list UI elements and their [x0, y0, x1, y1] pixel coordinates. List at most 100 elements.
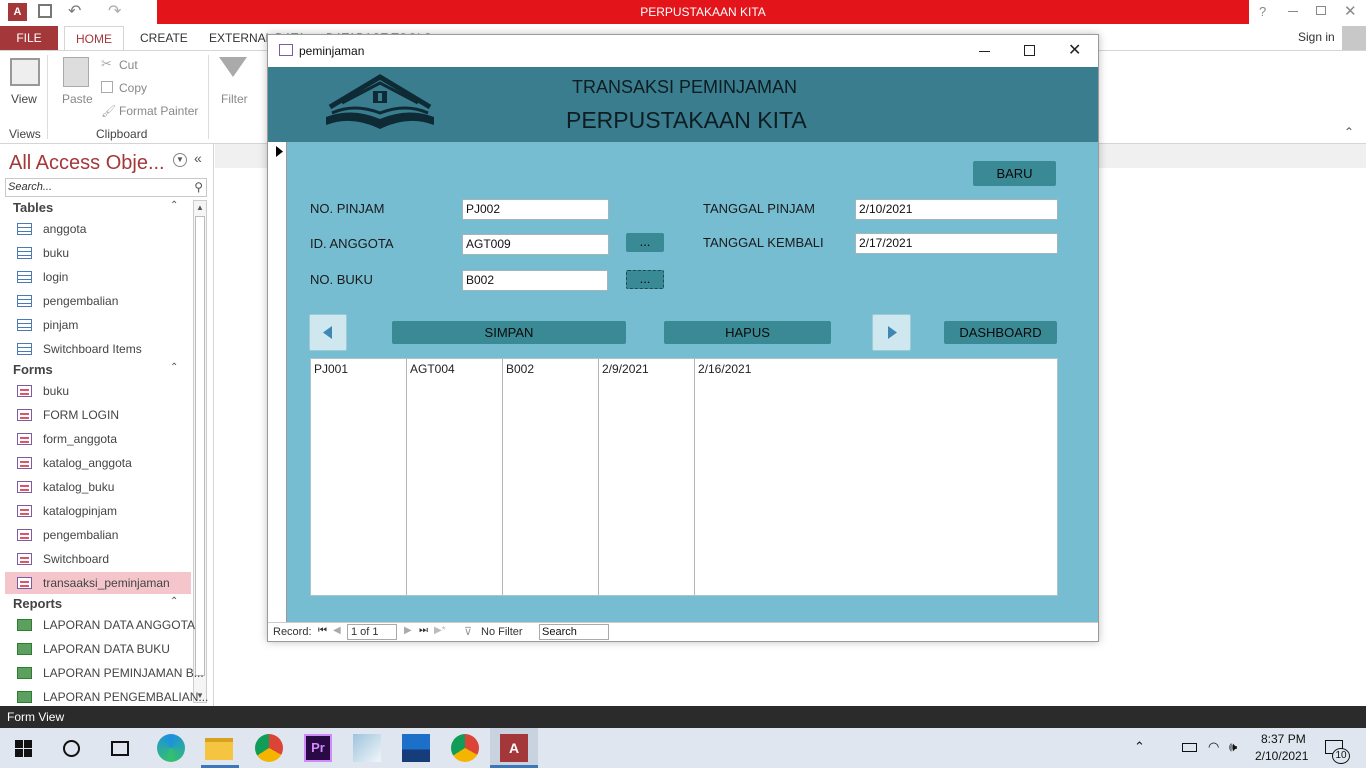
nav-report-data-buku[interactable]: LAPORAN DATA BUKU [5, 638, 191, 660]
previous-record-button[interactable] [309, 314, 347, 351]
list-cell-no-buku[interactable]: B002 [506, 362, 534, 376]
baru-button[interactable]: BARU [973, 161, 1056, 186]
nav-form-pengembalian[interactable]: pengembalian [5, 524, 191, 546]
windows-start-icon[interactable] [15, 740, 32, 757]
peminjaman-list[interactable]: PJ001 AGT004 B002 2/9/2021 2/16/2021 [310, 358, 1058, 596]
battery-icon[interactable] [1182, 743, 1197, 752]
next-record-button[interactable] [872, 314, 911, 351]
list-cell-tanggal-kembali[interactable]: 2/16/2021 [698, 362, 751, 376]
tanggal-pinjam-field[interactable]: 2/10/2021 [855, 199, 1058, 220]
search-circle-icon[interactable] [63, 740, 80, 757]
show-hidden-icons-icon[interactable]: ⌃ [1134, 739, 1145, 755]
collapse-section-icon[interactable]: ⌃ [170, 200, 178, 211]
edge-browser-icon[interactable] [157, 734, 185, 762]
first-record-icon[interactable]: ⏮ [318, 625, 327, 636]
form-minimize-icon[interactable] [979, 51, 990, 52]
lookup-anggota-button[interactable]: ... [626, 233, 664, 252]
photos-icon[interactable] [402, 734, 430, 762]
access-taskbar-icon[interactable]: A [500, 734, 528, 762]
tab-create[interactable]: CREATE [132, 26, 196, 50]
nav-form-katalog-anggota[interactable]: katalog_anggota [5, 452, 191, 474]
nav-dropdown-icon[interactable]: ▼ [173, 153, 187, 167]
format-painter-button[interactable]: Format Painter [119, 104, 198, 118]
form-maximize-icon[interactable] [1024, 45, 1035, 56]
clock-time[interactable]: 8:37 PM [1261, 732, 1306, 746]
collapse-section-icon[interactable]: ⌃ [170, 362, 178, 373]
volume-icon[interactable]: 🕪 [1229, 739, 1237, 755]
restore-icon[interactable] [1316, 6, 1326, 15]
nav-table-buku[interactable]: buku [5, 242, 191, 264]
nav-report-peminjaman[interactable]: LAPORAN PEMINJAMAN B... [5, 662, 204, 684]
tanggal-kembali-field[interactable]: 2/17/2021 [855, 233, 1058, 254]
nav-table-login[interactable]: login [5, 266, 191, 288]
format-painter-icon[interactable]: 🖌 [101, 104, 116, 118]
nav-scrollbar[interactable]: ▲ ▼ [193, 200, 207, 703]
clock-date[interactable]: 2/10/2021 [1255, 749, 1308, 763]
form-close-icon[interactable]: ✕ [1068, 40, 1081, 60]
view-icon[interactable] [10, 58, 40, 86]
collapse-section-icon[interactable]: ⌃ [170, 596, 178, 607]
copy-icon[interactable] [101, 81, 113, 93]
filter-button[interactable]: Filter [221, 92, 248, 106]
scroll-thumb[interactable] [195, 216, 205, 676]
new-record-icon[interactable]: ▶* [434, 625, 446, 636]
nav-form-buku[interactable]: buku [5, 380, 191, 402]
list-cell-id-anggota[interactable]: AGT004 [410, 362, 455, 376]
minimize-icon[interactable] [1288, 11, 1298, 12]
scroll-up-icon[interactable]: ▲ [196, 203, 204, 212]
last-record-icon[interactable]: ⏭ [419, 625, 428, 636]
copy-button[interactable]: Copy [119, 81, 147, 95]
paste-button[interactable]: Paste [62, 92, 93, 106]
forms-section-header[interactable]: Forms [13, 362, 53, 377]
shutter-bar-icon[interactable]: « [194, 150, 202, 166]
collapse-ribbon-icon[interactable]: ⌃ [1344, 125, 1354, 139]
undo-icon[interactable]: ↶ [68, 1, 81, 21]
lookup-buku-button[interactable]: ... [626, 270, 664, 289]
reports-section-header[interactable]: Reports [13, 596, 62, 611]
nav-table-pinjam[interactable]: pinjam [5, 314, 191, 336]
nav-pane-title[interactable]: All Access Obje... [9, 152, 165, 175]
nav-table-pengembalian[interactable]: pengembalian [5, 290, 191, 312]
cut-icon[interactable]: ✂ [101, 56, 112, 72]
tab-home[interactable]: HOME [64, 26, 124, 51]
notepad-icon[interactable] [353, 734, 381, 762]
hapus-button[interactable]: HAPUS [664, 321, 831, 344]
help-icon[interactable]: ? [1259, 4, 1266, 19]
tables-section-header[interactable]: Tables [13, 200, 53, 215]
no-buku-field[interactable]: B002 [462, 270, 608, 291]
nav-search-input[interactable]: Search... ⚲ [5, 178, 207, 197]
task-view-icon[interactable] [111, 741, 129, 756]
save-icon[interactable] [38, 4, 52, 18]
record-selector[interactable] [268, 142, 287, 622]
nav-table-anggota[interactable]: anggota [5, 218, 191, 240]
nav-report-data-anggota[interactable]: LAPORAN DATA ANGGOTA [5, 614, 195, 636]
no-pinjam-field[interactable]: PJ002 [462, 199, 609, 220]
form-window-titlebar[interactable]: peminjaman ✕ [268, 35, 1098, 67]
list-cell-tanggal-pinjam[interactable]: 2/9/2021 [602, 362, 649, 376]
close-icon[interactable]: ✕ [1344, 2, 1357, 20]
filter-status[interactable]: No Filter [481, 626, 523, 638]
nav-form-transaaksi-peminjaman[interactable]: transaaksi_peminjaman [5, 572, 191, 594]
view-button[interactable]: View [11, 92, 37, 106]
nav-form-anggota[interactable]: form_anggota [5, 428, 191, 450]
next-record-icon[interactable]: ▶ [404, 625, 412, 636]
nav-form-katalogpinjam[interactable]: katalogpinjam [5, 500, 191, 522]
nav-form-login[interactable]: FORM LOGIN [5, 404, 191, 426]
nav-form-katalog-buku[interactable]: katalog_buku [5, 476, 191, 498]
wifi-icon[interactable]: ◠ [1208, 739, 1219, 755]
access-logo-icon[interactable]: A [8, 3, 27, 21]
filter-icon[interactable] [219, 57, 247, 77]
cut-button[interactable]: Cut [119, 58, 138, 72]
nav-table-switchboard-items[interactable]: Switchboard Items [5, 338, 191, 360]
list-cell-no-pinjam[interactable]: PJ001 [314, 362, 348, 376]
dashboard-button[interactable]: DASHBOARD [944, 321, 1057, 344]
previous-record-icon[interactable]: ◀ [333, 625, 341, 636]
file-explorer-icon[interactable] [205, 738, 233, 760]
record-search-input[interactable]: Search [539, 624, 609, 640]
redo-icon[interactable]: ↷ [108, 1, 121, 21]
premiere-pro-icon[interactable]: Pr [304, 734, 332, 762]
chrome-icon-2[interactable] [451, 734, 479, 762]
record-position-field[interactable]: 1 of 1 [347, 624, 397, 640]
id-anggota-field[interactable]: AGT009 [462, 234, 609, 255]
tab-file[interactable]: FILE [0, 26, 58, 50]
